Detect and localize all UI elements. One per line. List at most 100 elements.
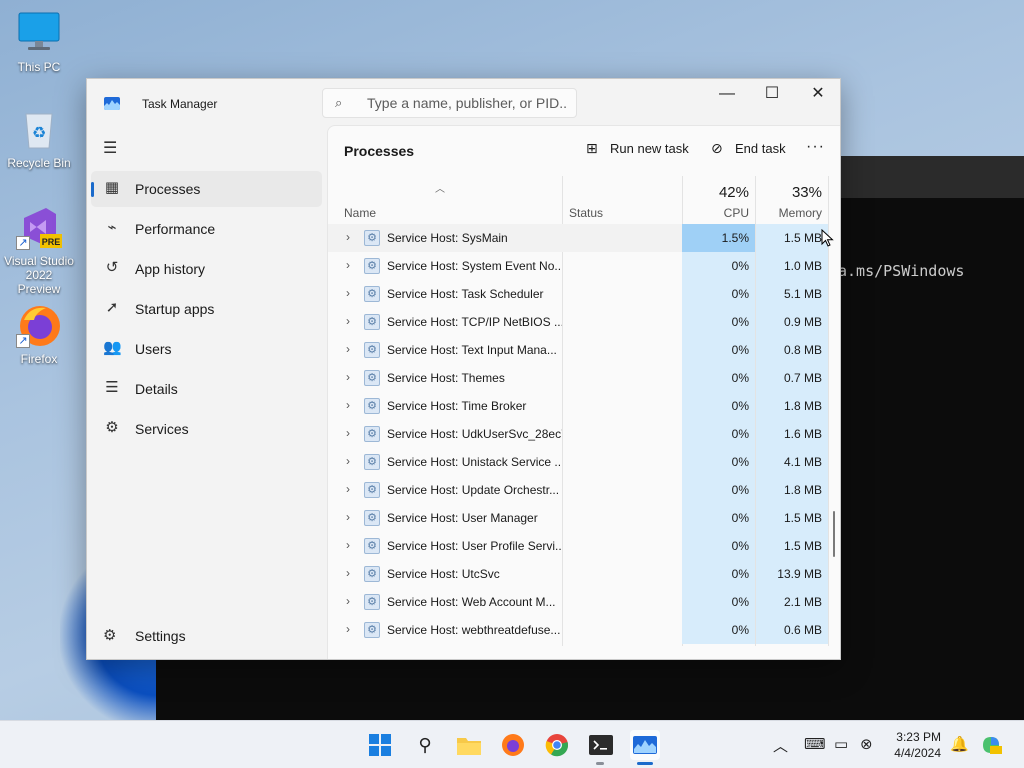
- service-gear-icon: ⚙: [364, 622, 380, 638]
- title-bar[interactable]: Task Manager ⌕ — ☐ ✕: [87, 79, 840, 127]
- sidebar-item-settings[interactable]: ⚙ Settings: [91, 621, 322, 651]
- process-name: Service Host: Update Orchestr...: [387, 483, 560, 497]
- table-row[interactable]: › ⚙ Service Host: Update Orchestr... 0% 1.8 …: [328, 476, 828, 504]
- sidebar-item-performance[interactable]: ⌁ Performance: [91, 211, 322, 247]
- chevron-right-icon[interactable]: ›: [346, 538, 350, 552]
- sidebar-item-startup-apps[interactable]: ➚ Startup apps: [91, 291, 322, 327]
- chevron-right-icon[interactable]: ›: [346, 454, 350, 468]
- chevron-right-icon[interactable]: ›: [346, 286, 350, 300]
- firefox-icon[interactable]: [498, 730, 528, 760]
- desktop-icon-visual-studio[interactable]: PRE ↗ Visual Studio 2022 Preview: [3, 204, 75, 296]
- memory-value: 1.6 MB: [783, 427, 822, 441]
- run-new-task-button[interactable]: ⊞ Run new task: [586, 140, 689, 162]
- chevron-right-icon[interactable]: ›: [346, 426, 350, 440]
- task-manager-icon[interactable]: [630, 730, 660, 760]
- clock[interactable]: 3:23 PM 4/4/2024: [893, 729, 941, 761]
- end-task-button[interactable]: ⊘ End task: [711, 140, 786, 162]
- process-name: Service Host: webthreatdefuse...: [387, 623, 561, 637]
- display-icon[interactable]: ▭: [834, 735, 848, 753]
- cpu-cell: 1.5%: [682, 224, 755, 252]
- table-row[interactable]: › ⚙ Service Host: TCP/IP NetBIOS ... 0% 0.9 …: [328, 308, 828, 336]
- sidebar-item-services[interactable]: ⚙ Services: [91, 411, 322, 447]
- windows-start-icon[interactable]: [365, 730, 395, 760]
- chevron-right-icon[interactable]: ›: [346, 566, 350, 580]
- table-row[interactable]: › ⚙ Service Host: Unistack Service ... 0% 4.…: [328, 448, 828, 476]
- table-row[interactable]: › ⚙ Service Host: Web Account M... 0% 2.1 MB: [328, 588, 828, 616]
- service-gear-icon: ⚙: [364, 482, 380, 498]
- process-name: Service Host: Themes: [387, 371, 505, 385]
- chevron-right-icon[interactable]: ›: [346, 622, 350, 636]
- table-row[interactable]: › ⚙ Service Host: Themes 0% 0.7 MB: [328, 364, 828, 392]
- table-row[interactable]: › ⚙ Service Host: System Event No... 0% 1.0 …: [328, 252, 828, 280]
- table-row[interactable]: › ⚙ Service Host: User Manager 0% 1.5 MB: [328, 504, 828, 532]
- notification-bell-icon[interactable]: 🔔: [950, 735, 969, 753]
- cpu-cell: 0%: [682, 504, 755, 532]
- more-options-button[interactable]: ···: [806, 138, 825, 156]
- chevron-right-icon[interactable]: ›: [346, 230, 350, 244]
- chevron-up-icon[interactable]: ︿: [773, 735, 788, 756]
- hamburger-menu-icon[interactable]: ☰: [103, 138, 117, 158]
- table-row[interactable]: › ⚙ Service Host: UdkUserSvc_28ec7 0% 1.6 MB: [328, 420, 828, 448]
- sidebar-item-users[interactable]: 👥 Users: [91, 331, 322, 367]
- chevron-right-icon[interactable]: ›: [346, 370, 350, 384]
- column-header-status[interactable]: Status: [563, 176, 682, 224]
- window-title: Task Manager: [142, 97, 218, 111]
- table-row[interactable]: › ⚙ Service Host: Text Input Mana... 0% 0.8 …: [328, 336, 828, 364]
- memory-cell: 0.8 MB: [756, 336, 828, 364]
- memory-value: 1.0 MB: [783, 259, 822, 273]
- terminal-icon[interactable]: [586, 730, 616, 760]
- table-row[interactable]: › ⚙ Service Host: SysMain 1.5% 1.5 MB: [328, 224, 828, 252]
- table-row[interactable]: › ⚙ Service Host: Time Broker 0% 1.8 MB: [328, 392, 828, 420]
- sidebar-item-label: Services: [135, 421, 189, 437]
- table-row[interactable]: › ⚙ Service Host: UtcSvc 0% 13.9 MB: [328, 560, 828, 588]
- file-explorer-icon[interactable]: [454, 730, 484, 760]
- chevron-right-icon[interactable]: ›: [346, 482, 350, 496]
- search-box[interactable]: ⌕: [322, 88, 577, 118]
- chevron-right-icon[interactable]: ›: [346, 258, 350, 272]
- sidebar: ☰ ▦ Processes ⌁ Performance ↺ App histor…: [87, 127, 327, 659]
- column-header-memory[interactable]: 33% Memory: [756, 176, 828, 224]
- maximize-button[interactable]: ☐: [749, 79, 795, 111]
- app-history-icon: ↺: [105, 259, 119, 276]
- table-row[interactable]: › ⚙ Service Host: User Profile Servi... 0% 1…: [328, 532, 828, 560]
- run-task-icon: ⊞: [586, 140, 598, 156]
- service-gear-icon: ⚙: [364, 454, 380, 470]
- process-name: Service Host: User Manager: [387, 511, 538, 525]
- chevron-right-icon[interactable]: ›: [346, 510, 350, 524]
- visual-studio-icon: PRE ↗: [16, 204, 62, 250]
- chevron-right-icon[interactable]: ›: [346, 314, 350, 328]
- service-gear-icon: ⚙: [364, 510, 380, 526]
- desktop-icon-firefox[interactable]: ↗ Firefox: [3, 302, 75, 366]
- memory-value: 1.8 MB: [783, 483, 822, 497]
- cpu-value: 0%: [731, 623, 749, 637]
- column-header-cpu[interactable]: 42% CPU: [683, 176, 755, 224]
- cpu-cell: 0%: [682, 252, 755, 280]
- clock-date: 4/4/2024: [894, 746, 941, 760]
- sidebar-item-details[interactable]: ☰ Details: [91, 371, 322, 407]
- chevron-right-icon[interactable]: ›: [346, 342, 350, 356]
- volume-muted-icon[interactable]: ⊗: [860, 735, 873, 753]
- memory-value: 0.6 MB: [783, 623, 822, 637]
- copilot-icon[interactable]: [980, 735, 1002, 759]
- network-icon[interactable]: ⌨: [804, 735, 826, 753]
- memory-value: 0.9 MB: [783, 315, 822, 329]
- chrome-icon[interactable]: [542, 730, 572, 760]
- processes-panel: Processes ⊞ Run new task ⊘ End task ··· ︿ …: [327, 125, 840, 659]
- desktop-icon-recycle-bin[interactable]: ♻ Recycle Bin: [3, 106, 75, 170]
- search-input[interactable]: [367, 94, 567, 112]
- cpu-cell: 0%: [682, 448, 755, 476]
- chevron-right-icon[interactable]: ›: [346, 594, 350, 608]
- table-row[interactable]: › ⚙ Service Host: Task Scheduler 0% 5.1 MB: [328, 280, 828, 308]
- minimize-button[interactable]: —: [704, 79, 750, 111]
- chevron-right-icon[interactable]: ›: [346, 398, 350, 412]
- search-icon[interactable]: ⚲: [410, 730, 440, 760]
- table-row[interactable]: › ⚙ Service Host: webthreatdefuse... 0% 0.6 …: [328, 616, 828, 644]
- column-header-name[interactable]: Name: [328, 176, 562, 224]
- sidebar-item-app-history[interactable]: ↺ App history: [91, 251, 322, 287]
- sidebar-item-processes[interactable]: ▦ Processes: [91, 171, 322, 207]
- vertical-scrollbar-thumb[interactable]: [833, 511, 835, 557]
- task-manager-window[interactable]: Task Manager ⌕ — ☐ ✕ ☰ ▦ Processes ⌁ Per…: [86, 78, 841, 660]
- memory-cell: 1.8 MB: [756, 392, 828, 420]
- close-button[interactable]: ✕: [795, 79, 840, 111]
- desktop-icon-this-pc[interactable]: This PC: [3, 10, 75, 74]
